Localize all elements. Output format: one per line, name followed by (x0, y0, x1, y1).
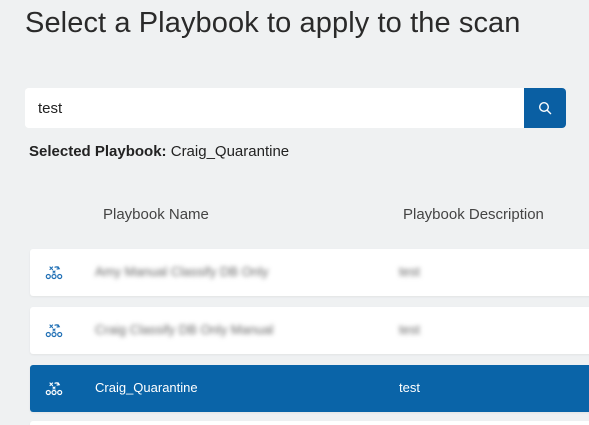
search-input[interactable] (25, 88, 524, 128)
playbook-description: test (399, 264, 420, 279)
playbook-icon (45, 382, 63, 396)
playbook-name: Craig_Quarantine (95, 380, 198, 395)
playbook-description: test (399, 322, 420, 337)
search-button[interactable] (524, 88, 566, 128)
playbook-name: Craig Classify DB Only Manual (95, 322, 274, 337)
column-header-name[interactable]: Playbook Name (103, 206, 209, 223)
table-row[interactable]: Amy Manual Classify DB Only test (30, 249, 589, 296)
table-row[interactable]: Craig Classify DB Only Manual test (30, 307, 589, 354)
table-row-selected[interactable]: Craig_Quarantine test (30, 365, 589, 412)
selected-playbook-value: Craig_Quarantine (170, 143, 290, 160)
search-bar (25, 88, 566, 128)
selected-playbook-label: Selected Playbook: (29, 143, 167, 160)
playbook-icon (45, 324, 63, 338)
playbook-description: test (399, 380, 420, 395)
search-icon (538, 101, 552, 115)
page-title: Select a Playbook to apply to the scan (25, 7, 521, 39)
table-row[interactable] (30, 421, 589, 425)
playbook-icon (45, 266, 63, 280)
column-header-description[interactable]: Playbook Description (403, 206, 544, 223)
selected-playbook: Selected Playbook: Craig_Quarantine (29, 143, 289, 160)
playbook-selection-page: Select a Playbook to apply to the scan S… (0, 0, 589, 425)
playbook-name: Amy Manual Classify DB Only (95, 264, 269, 279)
